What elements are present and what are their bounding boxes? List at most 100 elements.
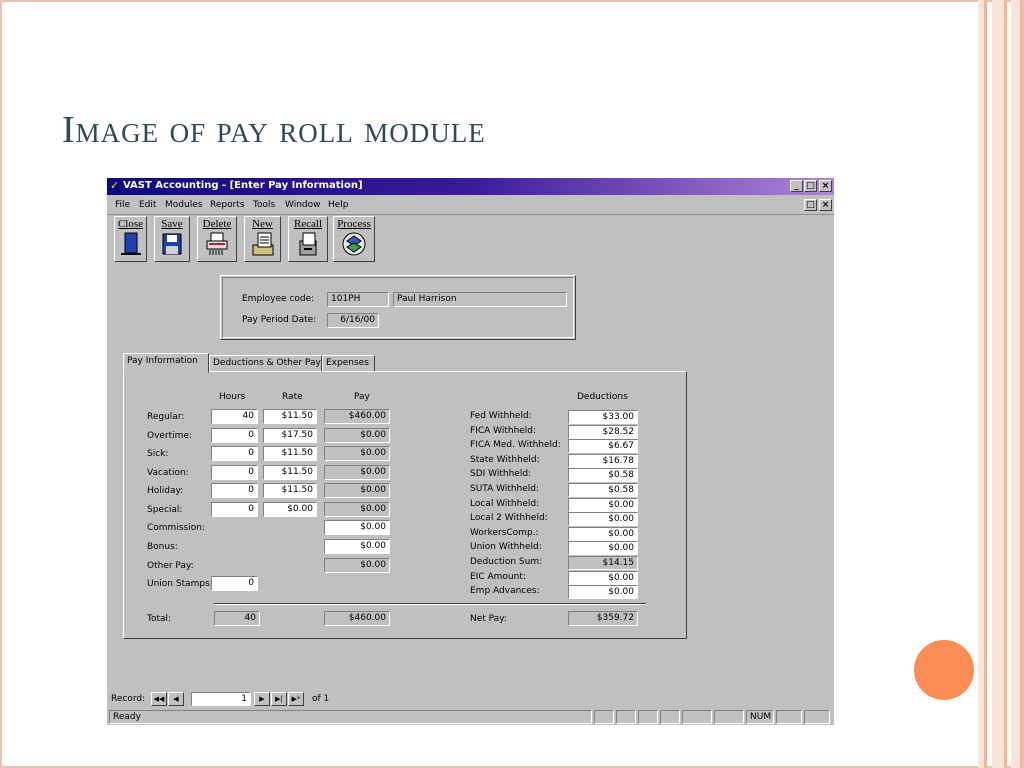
total-hours-field: 40 [214, 611, 260, 626]
employee-name-field[interactable]: Paul Harrison [393, 292, 567, 307]
deduction-value-input[interactable]: $6.67 [568, 439, 638, 453]
file-cabinet-icon [299, 232, 317, 256]
menu-window[interactable]: Window [285, 200, 321, 210]
deduction-value-input[interactable]: $0.00 [568, 541, 638, 555]
next-record-button[interactable]: ▶ [254, 692, 270, 706]
status-bar: Ready NUM [107, 709, 834, 725]
process-button[interactable]: Process [333, 216, 375, 262]
save-button[interactable]: Save [154, 216, 190, 262]
deduction-value-input[interactable]: $28.52 [568, 425, 638, 439]
app-window: ✓ VAST Accounting - [Enter Pay Informati… [107, 178, 834, 725]
hours-header: Hours [219, 392, 246, 402]
commission-pay-input[interactable]: $0.00 [324, 520, 390, 535]
sick-pay-field: $0.00 [324, 446, 390, 461]
deduction-label: Deduction Sum: [470, 557, 543, 567]
save-label: Save [161, 218, 183, 230]
menu-file[interactable]: File [115, 200, 130, 210]
recall-button[interactable]: Recall [288, 216, 328, 262]
deduction-value-input[interactable]: $0.00 [568, 527, 638, 541]
deduction-label: Fed Withheld: [470, 411, 532, 421]
deduction-value-input[interactable]: $16.78 [568, 454, 638, 468]
record-number-input[interactable]: 1 [191, 692, 251, 706]
deduction-value-input[interactable]: $0.58 [568, 468, 638, 482]
delete-label: Delete [202, 218, 232, 230]
menu-bar: File Edit Modules Reports Tools Window H… [107, 197, 834, 215]
deduction-value-input[interactable]: $0.00 [568, 498, 638, 512]
close-window-button[interactable]: × [819, 180, 832, 192]
regular-rate-input[interactable]: $11.50 [263, 409, 317, 424]
vacation-hours-input[interactable]: 0 [211, 465, 258, 480]
special-hours-input[interactable]: 0 [211, 502, 258, 517]
menu-reports[interactable]: Reports [210, 200, 245, 210]
employee-code-field[interactable]: 101PH [327, 292, 389, 307]
pay-period-field[interactable]: 6/16/00 [327, 313, 379, 328]
bonus-label: Bonus: [147, 542, 178, 552]
window-title: VAST Accounting - [Enter Pay Information… [123, 180, 363, 191]
union-stamps-input[interactable]: 0 [211, 576, 258, 591]
menu-modules[interactable]: Modules [165, 200, 202, 210]
rate-header: Rate [282, 392, 303, 402]
overtime-pay-field: $0.00 [324, 428, 390, 443]
deduction-label: SDI Withheld: [470, 469, 532, 479]
close-button[interactable]: Close [114, 216, 147, 262]
child-close-button[interactable]: × [819, 199, 832, 211]
sick-label: Sick: [147, 449, 169, 459]
holiday-rate-input[interactable]: $11.50 [263, 483, 317, 498]
holiday-label: Holiday: [147, 486, 184, 496]
sick-hours-input[interactable]: 0 [211, 446, 258, 461]
recall-label: Recall [293, 218, 323, 230]
menu-tools[interactable]: Tools [253, 200, 275, 210]
special-rate-input[interactable]: $0.00 [263, 502, 317, 517]
child-restore-button[interactable]: □ [804, 199, 817, 211]
slide-title: Image of pay roll module [62, 109, 486, 151]
process-label: Process [337, 218, 371, 230]
deduction-value-input[interactable]: $33.00 [568, 410, 638, 424]
holiday-hours-input[interactable]: 0 [211, 483, 258, 498]
last-record-button[interactable]: ▶| [271, 692, 287, 706]
deduction-value-input[interactable]: $0.00 [568, 512, 638, 526]
deduction-label: Local 2 Withheld: [470, 513, 548, 523]
status-text: Ready [109, 710, 592, 724]
process-gear-icon [342, 232, 366, 256]
deduction-value-input[interactable]: $0.00 [568, 585, 638, 599]
special-pay-field: $0.00 [324, 502, 390, 517]
record-count: of 1 [312, 694, 330, 704]
menu-help[interactable]: Help [328, 200, 349, 210]
other-pay-field: $0.00 [324, 558, 390, 573]
deduction-label: SUTA Withheld: [470, 484, 540, 494]
overtime-label: Overtime: [147, 431, 193, 441]
regular-label: Regular: [147, 412, 185, 422]
deduction-value-input[interactable]: $0.58 [568, 483, 638, 497]
floppy-disk-icon [162, 233, 182, 255]
deduction-label: WorkersComp.: [470, 528, 539, 538]
new-button[interactable]: New [244, 216, 281, 262]
deduction-label: EIC Amount: [470, 572, 526, 582]
tab-deductions-other-pay[interactable]: Deductions & Other Pay [209, 355, 322, 372]
deduction-sum-field: $14.15 [568, 556, 638, 570]
deduction-label: Local Withheld: [470, 499, 540, 509]
regular-hours-input[interactable]: 40 [211, 409, 258, 424]
sick-rate-input[interactable]: $11.50 [263, 446, 317, 461]
tab-expenses[interactable]: Expenses [322, 355, 375, 372]
delete-button[interactable]: Delete [197, 216, 237, 262]
vacation-label: Vacation: [147, 468, 189, 478]
minimize-button[interactable]: _ [790, 180, 803, 192]
special-label: Special: [147, 505, 183, 515]
overtime-hours-input[interactable]: 0 [211, 428, 258, 443]
deduction-label: Emp Advances: [470, 586, 540, 596]
tab-pay-information[interactable]: Pay Information [123, 353, 209, 373]
previous-record-button[interactable]: ◀ [168, 692, 184, 706]
overtime-rate-input[interactable]: $17.50 [263, 428, 317, 443]
employee-panel: Employee code: 101PH Paul Harrison Pay P… [220, 275, 576, 340]
shredder-icon [206, 232, 228, 255]
bonus-pay-input[interactable]: $0.00 [324, 539, 390, 554]
new-label: New [252, 218, 273, 230]
vacation-rate-input[interactable]: $11.50 [263, 465, 317, 480]
new-record-button[interactable]: ▶* [288, 692, 304, 706]
deduction-value-input[interactable]: $0.00 [568, 571, 638, 585]
first-record-button[interactable]: ◀◀ [151, 692, 167, 706]
maximize-button[interactable]: □ [804, 180, 817, 192]
menu-edit[interactable]: Edit [139, 200, 156, 210]
holiday-pay-field: $0.00 [324, 483, 390, 498]
totals-divider [214, 603, 646, 605]
